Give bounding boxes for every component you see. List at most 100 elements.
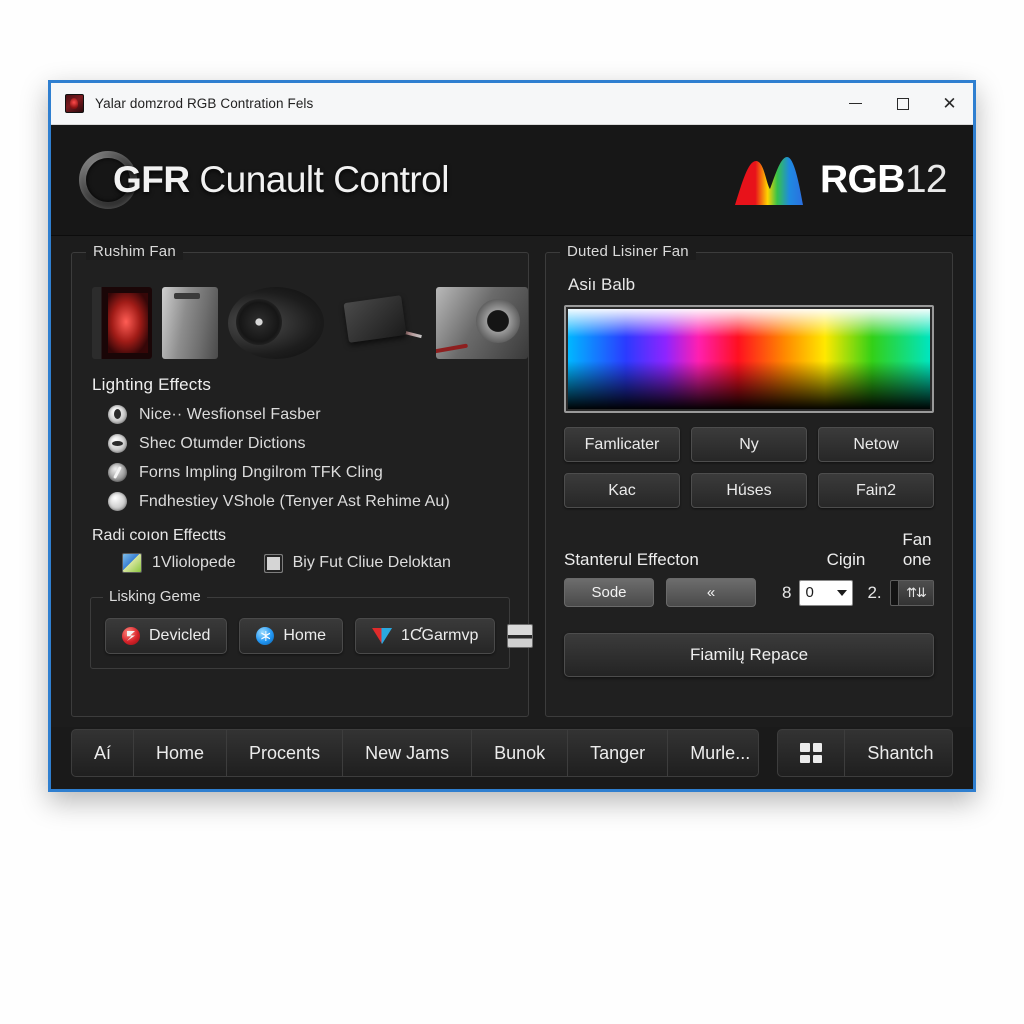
- pc-case-red-lit-thumbnail[interactable]: [92, 287, 152, 359]
- radiation-check-item[interactable]: 1Vliolopede: [122, 553, 236, 573]
- garmvp-button[interactable]: 1ƇGarmvp: [355, 618, 496, 654]
- left-number-value: 8: [782, 582, 792, 602]
- maximize-icon: [896, 97, 909, 110]
- brand-title: GFR Cunault Control: [113, 159, 449, 201]
- nav-group-secondary: Shantch: [777, 729, 953, 777]
- lighting-option-row[interactable]: Shec Otumder Dictions: [108, 434, 510, 453]
- rgb-label: RGB: [819, 158, 905, 201]
- keyboard-icon[interactable]: [507, 624, 534, 648]
- fan-one-label: Fan one: [902, 530, 932, 569]
- garmvp-button-label: 1ƇGarmvp: [401, 627, 479, 644]
- color-picker[interactable]: [564, 305, 934, 413]
- maximize-button[interactable]: [879, 83, 926, 124]
- brand-subtitle: Cunault Control: [199, 159, 449, 200]
- fan-one-input[interactable]: ⇈⇊: [889, 579, 934, 606]
- radiation-check-label: Biy Fut Cliue Deloktan: [292, 554, 451, 571]
- nav-item-new-jams[interactable]: New Jams: [343, 730, 473, 776]
- silver-case-thumbnail[interactable]: [162, 287, 218, 359]
- preset-button-1[interactable]: Famlicater: [564, 427, 680, 462]
- lisking-geme-group: Lisking Geme Devicled Home 1ƇGarmvp: [90, 588, 534, 669]
- blue-asterisk-icon: [256, 627, 275, 645]
- nav-item-murle[interactable]: Murle...: [668, 730, 758, 776]
- radio-option-icon: [108, 405, 127, 424]
- lighting-option-row[interactable]: Forns Impling Dngilrom TFK Cling: [108, 463, 510, 482]
- color-field-label: Asiı Balb: [568, 275, 636, 294]
- app-window: Yalar domzrod RGB Contration Fels ✕ GFR …: [48, 80, 976, 792]
- minimize-icon: [849, 102, 862, 105]
- lighting-option-label: Forns Impling Dngilrom TFK Cling: [139, 463, 383, 481]
- nav-item-procents[interactable]: Procents: [227, 730, 344, 776]
- home-button-label: Home: [283, 627, 327, 644]
- lighting-option-label: Fndhestiey VShole (Tenyer Ast Rehime Au): [139, 492, 450, 510]
- grid-view-icon: [800, 743, 823, 763]
- preset-button-2[interactable]: Ny: [691, 427, 807, 462]
- app-icon: [65, 94, 84, 113]
- cigin-dropdown[interactable]: 0: [799, 579, 854, 606]
- effect-control-label: Stanterul Effecton: [564, 550, 699, 569]
- power-supply-thumbnail[interactable]: [436, 287, 528, 359]
- home-button[interactable]: Home: [239, 618, 344, 654]
- rgb-number: 12: [904, 158, 948, 201]
- nav-item-tanger[interactable]: Tanger: [568, 730, 669, 776]
- left-panel-legend: Rushim Fan: [86, 243, 183, 260]
- bottom-navbar: Aí Home Procents New Jams Bunok Tanger M…: [51, 727, 973, 789]
- radiation-check-row: 1Vliolopede Biy Fut Cliue Deloktan: [122, 553, 510, 573]
- chevron-down-icon: [837, 589, 848, 596]
- checkbox-icon[interactable]: [263, 553, 283, 573]
- cigin-dropdown-value: 0: [805, 584, 814, 601]
- radiation-check-item[interactable]: Biy Fut Cliue Deloktan: [263, 553, 451, 573]
- devicled-button[interactable]: Devicled: [105, 618, 228, 654]
- nav-item-ai[interactable]: Aí: [72, 730, 135, 776]
- close-icon: ✕: [942, 94, 957, 113]
- brand-header: GFR Cunault Control RGB12: [51, 125, 973, 236]
- rgb-mountain-logo-icon: [734, 157, 803, 205]
- previous-button[interactable]: «: [666, 578, 756, 607]
- device-thumbnail-strip: [92, 281, 528, 359]
- close-button[interactable]: ✕: [926, 83, 973, 124]
- image-swatch-icon: [122, 553, 142, 573]
- radiation-check-label: 1Vliolopede: [152, 554, 236, 571]
- rgb-wordmark: RGB12: [819, 158, 948, 202]
- right-panel: Duted Lisiner Fan Asiı Balb Famlicater N…: [545, 243, 953, 717]
- rgb-controller-thumbnail[interactable]: [334, 287, 426, 359]
- minimize-button[interactable]: [832, 83, 879, 124]
- lisking-geme-button-row: Devicled Home 1ƇGarmvp: [105, 618, 534, 654]
- radiation-effects-heading: Radi coıon Effectts: [92, 527, 226, 544]
- triangle-icon: [372, 628, 393, 644]
- nav-item-bunok[interactable]: Bunok: [472, 730, 569, 776]
- brand-right: RGB12: [732, 153, 948, 207]
- radio-option-icon: [108, 492, 127, 511]
- preset-button-3[interactable]: Netow: [818, 427, 934, 462]
- lighting-option-label: Shec Otumder Dictions: [139, 434, 306, 452]
- screen-root: Yalar domzrod RGB Contration Fels ✕ GFR …: [0, 0, 1024, 1024]
- title-bar: Yalar domzrod RGB Contration Fels ✕: [51, 83, 973, 125]
- right-number-value: 2.: [867, 582, 882, 602]
- sode-button[interactable]: Sode: [564, 578, 654, 607]
- devicled-button-label: Devicled: [149, 627, 211, 644]
- preset-button-5[interactable]: Húses: [691, 473, 807, 508]
- nav-item-home[interactable]: Home: [134, 730, 228, 776]
- content-area: Rushim Fan Lighting Effects Nice·· Wesfi…: [51, 236, 973, 727]
- lighting-option-label: Nice·· Wesfionsel Fasber: [139, 405, 321, 423]
- apply-button[interactable]: Fiamilų Repace: [564, 633, 934, 677]
- left-panel: Rushim Fan Lighting Effects Nice·· Wesfi…: [71, 243, 534, 717]
- right-panel-legend: Duted Lisiner Fan: [560, 243, 696, 260]
- case-fan-thumbnail[interactable]: [228, 287, 324, 359]
- nav-item-shantch[interactable]: Shantch: [845, 730, 952, 776]
- nav-group-primary: Aí Home Procents New Jams Bunok Tanger M…: [71, 729, 760, 777]
- color-gradient-swatch[interactable]: [568, 309, 930, 409]
- preset-button-grid: Famlicater Ny Netow Kac Húses Fain2: [564, 427, 934, 508]
- control-row: Sode « 8 0 2. ⇈⇊: [564, 578, 934, 607]
- red-power-icon: [122, 627, 140, 645]
- lighting-option-row[interactable]: Fndhestiey VShole (Tenyer Ast Rehime Au): [108, 492, 510, 511]
- radio-option-icon: [108, 463, 127, 482]
- window-title: Yalar domzrod RGB Contration Fels: [95, 96, 314, 111]
- lighting-option-row[interactable]: Nice·· Wesfionsel Fasber: [108, 405, 510, 424]
- lighting-effects-heading: Lighting Effects: [92, 375, 212, 394]
- preset-button-4[interactable]: Kac: [564, 473, 680, 508]
- window-controls: ✕: [832, 83, 973, 124]
- grid-view-button[interactable]: [778, 730, 846, 776]
- spinner-arrows-icon[interactable]: ⇈⇊: [898, 580, 933, 605]
- lisking-geme-legend: Lisking Geme: [103, 588, 207, 605]
- preset-button-6[interactable]: Fain2: [818, 473, 934, 508]
